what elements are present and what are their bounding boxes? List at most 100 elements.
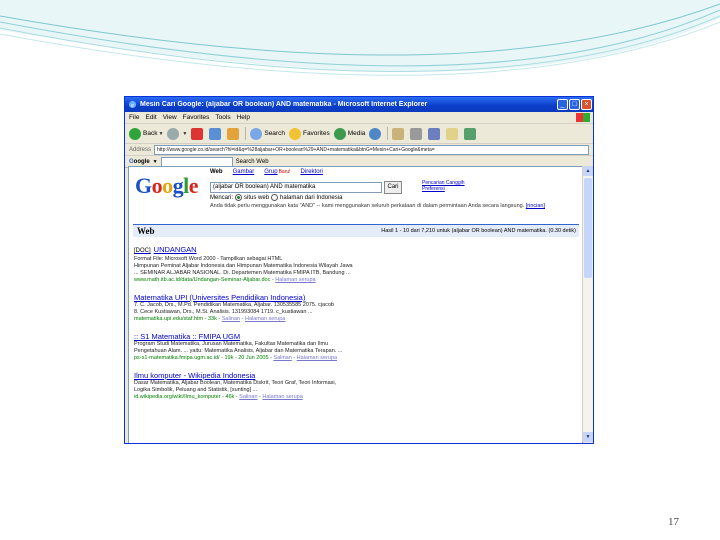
home-icon — [227, 127, 240, 140]
discuss-icon — [446, 127, 459, 140]
star-icon — [288, 127, 301, 140]
mail-icon — [392, 127, 405, 140]
similar-pages-link[interactable]: Halaman serupa — [245, 316, 285, 322]
result-snippet: Logika Simbolik, Peluang and Statistik, … — [134, 387, 258, 393]
result-snippet: Pengetahuan Alam. ... yaitu: Matematika … — [134, 348, 343, 354]
result-snippet: ... SEMINAR ALJABAR NASIONAL. Di. Depart… — [134, 270, 351, 276]
history-icon — [369, 127, 382, 140]
scroll-down-icon[interactable]: ▼ — [583, 432, 593, 442]
messenger-button[interactable] — [464, 127, 478, 140]
address-label: Address — [129, 146, 152, 153]
media-button[interactable]: Media — [333, 127, 365, 140]
vertical-scrollbar[interactable]: ▲ ▼ — [582, 166, 593, 442]
result-snippet: 8. Cece Kustiawan, Drs., M.Si. Analisis.… — [134, 309, 313, 315]
menu-tools[interactable]: Tools — [215, 114, 230, 121]
scrollbar-thumb[interactable] — [584, 178, 592, 278]
search-tabs: Web Gambar Grup Baru! Direktori — [210, 169, 333, 175]
cached-link[interactable]: Salinan — [239, 394, 257, 400]
history-button[interactable] — [369, 127, 383, 140]
forward-button[interactable]: ▼ — [167, 127, 187, 140]
stop-button[interactable] — [191, 127, 205, 140]
google-toolbar-logo: Google — [129, 158, 150, 165]
search-scope: Mencari: situs web halaman dari Indonesi… — [210, 194, 342, 201]
edit-button[interactable] — [428, 127, 442, 140]
window-title: Mesin Cari Google: (aljabar OR boolean) … — [140, 101, 428, 108]
messenger-icon — [464, 127, 477, 140]
refresh-button[interactable] — [209, 127, 223, 140]
result-url: id.wikipedia.org/wiki/Ilmu_komputer - 46… — [134, 394, 303, 400]
cari-button[interactable]: Cari — [384, 181, 402, 194]
edit-icon — [428, 127, 441, 140]
result-url: ps-s1-matematika.fmipa.ugm.ac.id/ - 19k … — [134, 355, 338, 361]
favorites-button[interactable]: Favorites — [288, 127, 330, 140]
discuss-button[interactable] — [446, 127, 460, 140]
maximize-button[interactable]: □ — [569, 99, 580, 110]
result-tag: [DOC] — [134, 248, 151, 254]
menu-help[interactable]: Help — [237, 114, 250, 121]
minimize-button[interactable]: _ — [557, 99, 568, 110]
search-input[interactable]: (aljabar OR boolean) AND matematika — [210, 182, 382, 193]
tab-web[interactable]: Web — [210, 169, 223, 175]
address-bar: Address http://www.google.co.id/search?h… — [125, 144, 593, 156]
refresh-icon — [209, 127, 222, 140]
media-icon — [333, 127, 346, 140]
result-title[interactable]: Ilmu komputer - Wikipedia Indonesia — [134, 371, 579, 380]
result-snippet: Himpunan Peminat Aljabar Indonesia dan H… — [134, 263, 353, 269]
home-button[interactable] — [227, 127, 241, 140]
google-toolbar-search-input[interactable] — [160, 156, 233, 167]
similar-pages-link[interactable]: Halaman serupa — [275, 277, 315, 283]
address-input[interactable]: http://www.google.co.id/search?hl=id&q=%… — [154, 144, 589, 155]
result-item: Ilmu komputer - Wikipedia Indonesia Dasa… — [134, 371, 579, 401]
back-button[interactable]: Back ▼ — [129, 127, 163, 140]
windows-logo-icon — [576, 113, 590, 122]
result-snippet: Program Studi Matematika, Jurusan Matema… — [134, 341, 329, 347]
cached-link[interactable]: Salinan — [222, 316, 240, 322]
similar-pages-link[interactable]: Halaman serupa — [297, 355, 337, 361]
print-icon — [410, 127, 423, 140]
toolbar-divider — [245, 127, 247, 140]
print-button[interactable] — [410, 127, 424, 140]
results-header: Web Hasil 1 - 10 dari 7,210 untuk (aljab… — [133, 224, 579, 237]
tab-directory[interactable]: Direktori — [301, 169, 323, 175]
scope-indonesia-label: halaman dari Indonesia — [280, 194, 343, 201]
google-logo[interactable]: Google — [135, 173, 199, 199]
scope-web-radio[interactable] — [235, 194, 243, 201]
tab-images[interactable]: Gambar — [233, 169, 255, 175]
result-title[interactable]: Matematika UPI (Universites Pendidikan I… — [134, 293, 579, 302]
scroll-up-icon[interactable]: ▲ — [583, 166, 593, 176]
title-bar[interactable]: e Mesin Cari Google: (aljabar OR boolean… — [125, 97, 593, 112]
search-icon — [250, 127, 263, 140]
result-snippet: Format File: Microsoft Word 2000 - Tampi… — [134, 256, 283, 262]
hint-text: Anda tidak perlu menggunakan kata "AND" … — [210, 203, 525, 209]
close-button[interactable]: × — [581, 99, 592, 110]
preferences-link[interactable]: Preferensi — [422, 186, 465, 192]
details-link[interactable]: [rincian] — [526, 203, 545, 209]
result-title[interactable]: :: S1 Matematika :: FMIPA UGM — [134, 332, 579, 341]
new-badge: Baru! — [278, 169, 291, 175]
search-button[interactable]: Search — [250, 127, 285, 140]
result-item: Matematika UPI (Universites Pendidikan I… — [134, 293, 579, 323]
chevron-down-icon[interactable]: ▼ — [153, 159, 158, 165]
result-url: www.math.itb.ac.id/data/Undangan-Seminar… — [134, 277, 316, 283]
tab-groups[interactable]: Grup — [264, 169, 277, 175]
page-content: Google Web Gambar Grup Baru! Direktori (… — [128, 166, 583, 443]
menu-view[interactable]: View — [163, 114, 177, 121]
menu-favorites[interactable]: Favorites — [183, 114, 210, 121]
menu-edit[interactable]: Edit — [145, 114, 156, 121]
similar-pages-link[interactable]: Halaman serupa — [262, 394, 302, 400]
cached-link[interactable]: Salinan — [273, 355, 291, 361]
query-hint: Anda tidak perlu menggunakan kata "AND" … — [210, 203, 570, 210]
ie-window: e Mesin Cari Google: (aljabar OR boolean… — [124, 96, 594, 444]
scope-web-label: situs web — [244, 194, 270, 201]
menu-file[interactable]: File — [129, 114, 139, 121]
svg-text:e: e — [131, 102, 134, 109]
menu-bar: File Edit View Favorites Tools Help — [125, 112, 593, 124]
search-web-button[interactable]: Search Web — [236, 159, 269, 165]
results-label: Web — [137, 226, 155, 236]
mail-button[interactable] — [392, 127, 406, 140]
result-title[interactable]: [DOC] UNDANGAN — [134, 245, 579, 256]
result-url: matematika.upi.edu/staf.htm - 33k - Sali… — [134, 316, 286, 322]
scope-indonesia-radio[interactable] — [271, 194, 279, 201]
result-snippet: 7. C. Jacob, Drs., M.Pd. Pendidikan Mate… — [134, 302, 334, 308]
toolbar: Back ▼ ▼ Search Favorites Media — [125, 124, 593, 144]
